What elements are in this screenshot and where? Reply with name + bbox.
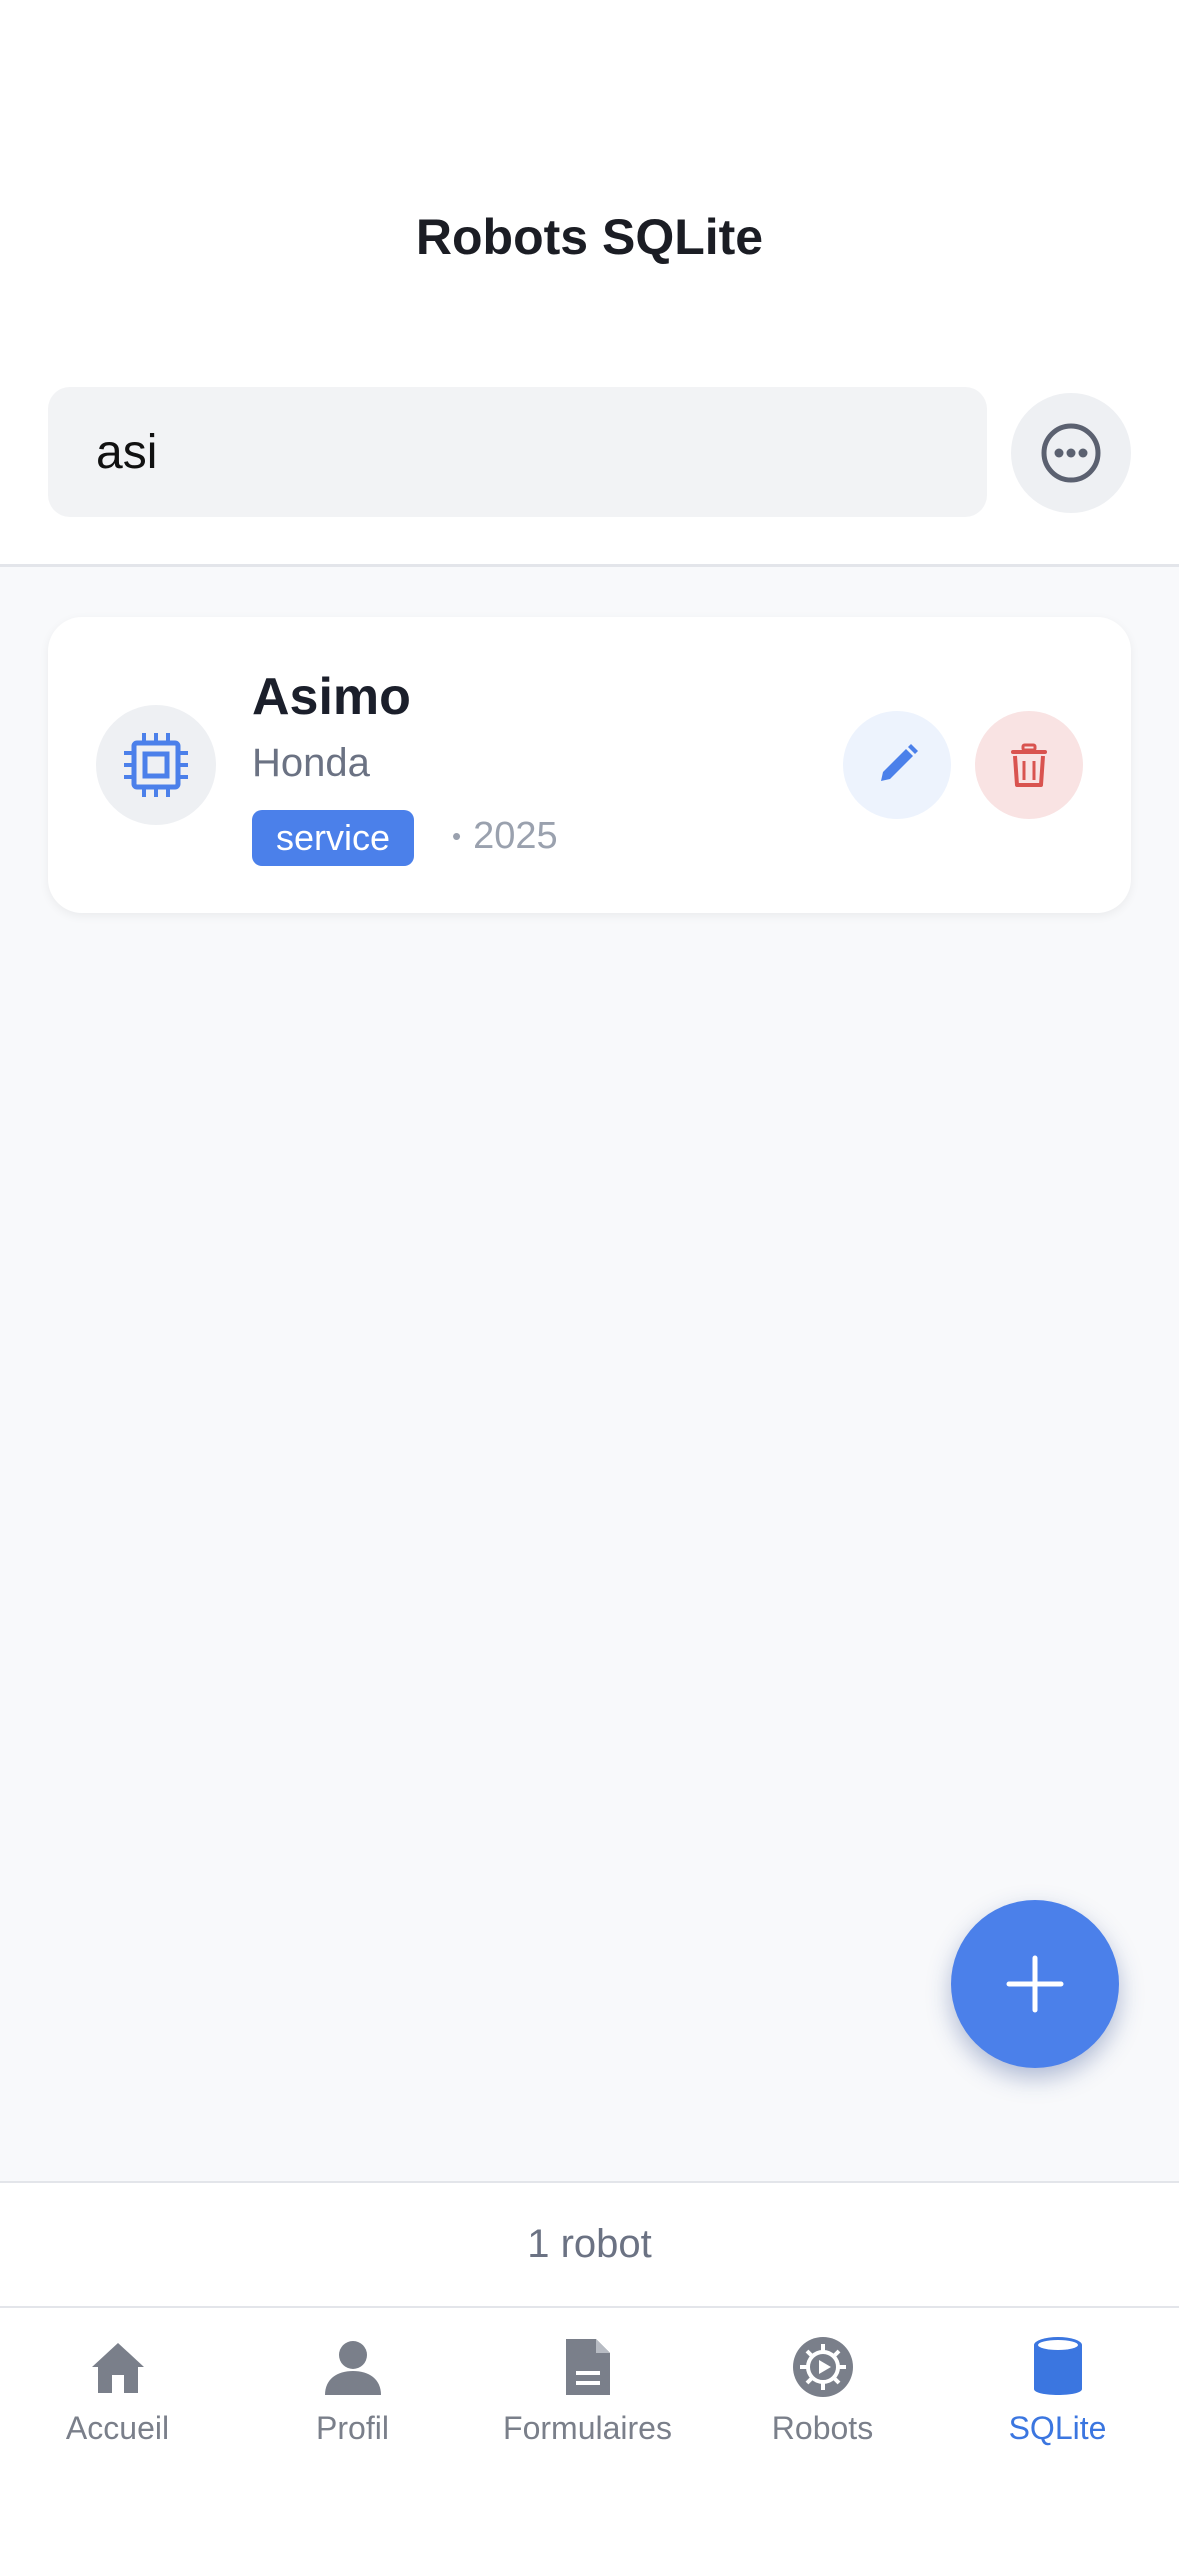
- plus-icon: [1006, 1955, 1064, 2013]
- trash-icon: [1011, 743, 1047, 787]
- home-icon: [91, 2343, 144, 2393]
- edit-button[interactable]: [843, 711, 951, 819]
- chip-icon: [124, 733, 188, 797]
- tab-label: SQLite: [1008, 2410, 1107, 2446]
- robot-maker: Honda: [252, 741, 370, 785]
- add-robot-button[interactable]: [951, 1900, 1119, 2068]
- robot-gear-icon: [792, 2337, 853, 2397]
- robot-year: • 2025: [452, 815, 558, 858]
- category-badge: service: [252, 810, 415, 866]
- tab-sqlite[interactable]: SQLite: [940, 2308, 1175, 2468]
- tab-label: Accueil: [65, 2410, 170, 2446]
- separator-dot: •: [452, 821, 462, 851]
- search-input-value: asi: [96, 425, 158, 479]
- tab-profil[interactable]: Profil: [235, 2308, 470, 2468]
- tab-accueil[interactable]: Accueil: [0, 2308, 235, 2468]
- more-options-button[interactable]: [1011, 393, 1131, 513]
- robot-card[interactable]: Asimo Honda service • 2025: [48, 617, 1131, 913]
- tab-label: Robots: [771, 2410, 874, 2446]
- results-count: 1 robot: [527, 2222, 652, 2266]
- tab-formulaires[interactable]: Formulaires: [470, 2308, 705, 2468]
- robot-avatar: [96, 705, 216, 825]
- tab-label: Formulaires: [503, 2410, 672, 2446]
- page-title: Robots SQLite: [415, 209, 764, 265]
- robot-name: Asimo: [252, 668, 411, 726]
- database-icon: [1033, 2337, 1082, 2395]
- search-input[interactable]: asi: [48, 387, 987, 517]
- tab-bar: Accueil Profil Formulaires Robots SQLite: [0, 2308, 1179, 2556]
- person-icon: [324, 2341, 381, 2395]
- ellipsis-circle-icon: [1041, 423, 1101, 483]
- results-count-bar: 1 robot: [0, 2181, 1179, 2308]
- tab-label: Profil: [316, 2410, 389, 2446]
- year-value: 2025: [473, 815, 558, 857]
- pencil-icon: [881, 744, 918, 781]
- delete-button[interactable]: [975, 711, 1083, 819]
- document-icon: [565, 2339, 610, 2395]
- header-area: Robots SQLite asi: [0, 0, 1179, 567]
- tab-robots[interactable]: Robots: [705, 2308, 940, 2468]
